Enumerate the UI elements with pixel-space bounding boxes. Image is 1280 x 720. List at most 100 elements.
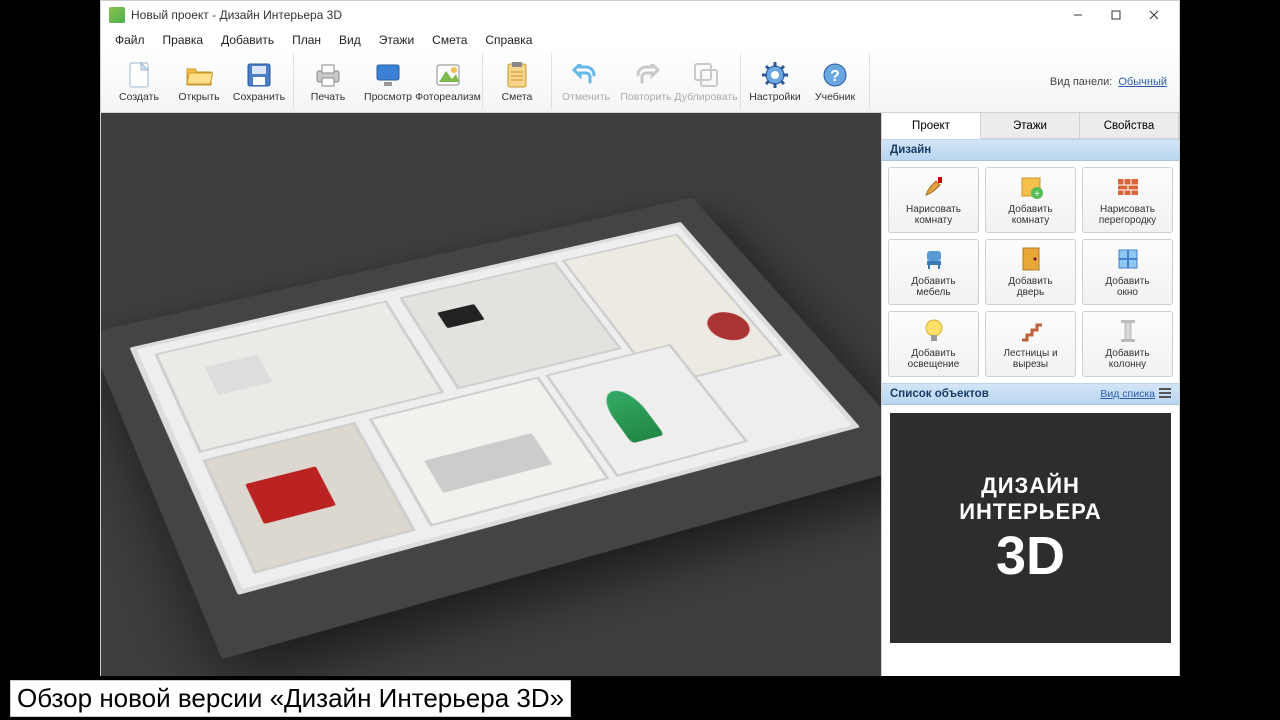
create-button[interactable]: Создать	[109, 53, 169, 110]
redo-label: Повторить	[620, 91, 671, 103]
open-button[interactable]: Открыть	[169, 53, 229, 110]
duplicate-label: Дублировать	[674, 91, 737, 103]
menu-file[interactable]: Файл	[107, 31, 153, 49]
design-section-header: Дизайн	[882, 139, 1179, 161]
tutorial-label: Учебник	[815, 91, 855, 103]
door-label: Добавить дверь	[1008, 276, 1052, 299]
gear-icon	[761, 61, 789, 89]
app-icon	[109, 7, 125, 23]
content-area: Проект Этажи Свойства Дизайн Нарисовать …	[101, 113, 1179, 677]
print-button[interactable]: Печать	[298, 53, 358, 110]
stairs-icon	[1018, 318, 1044, 344]
window-icon	[1115, 246, 1141, 272]
stairs-button[interactable]: Лестницы и вырезы	[985, 311, 1076, 377]
objects-section-header: Список объектов Вид списка	[882, 383, 1179, 405]
settings-label: Настройки	[749, 91, 801, 103]
preview-button[interactable]: Просмотр	[358, 53, 418, 110]
tab-floors[interactable]: Этажи	[981, 113, 1080, 138]
estimate-button[interactable]: Смета	[487, 53, 547, 110]
design-tools-grid: Нарисовать комнату + Добавить комнату На…	[882, 161, 1179, 383]
maximize-button[interactable]	[1097, 1, 1135, 29]
help-icon: ?	[821, 61, 849, 89]
window-title: Новый проект - Дизайн Интерьера 3D	[131, 8, 1059, 22]
tab-properties[interactable]: Свойства	[1080, 113, 1179, 138]
chair-icon	[921, 246, 947, 272]
sidebar-tabs: Проект Этажи Свойства	[882, 113, 1179, 139]
draw-partition-button[interactable]: Нарисовать перегородку	[1082, 167, 1173, 233]
undo-button[interactable]: Отменить	[556, 53, 616, 110]
menu-edit[interactable]: Правка	[155, 31, 212, 49]
photorealism-button[interactable]: Фотореализм	[418, 53, 478, 110]
3d-viewport[interactable]	[101, 113, 881, 677]
app-window: Новый проект - Дизайн Интерьера 3D Файл …	[100, 0, 1180, 720]
settings-button[interactable]: Настройки	[745, 53, 805, 110]
panel-view-label: Вид панели:	[1050, 76, 1112, 88]
save-button[interactable]: Сохранить	[229, 53, 289, 110]
add-furniture-button[interactable]: Добавить мебель	[888, 239, 979, 305]
menu-floors[interactable]: Этажи	[371, 31, 422, 49]
open-label: Открыть	[178, 91, 219, 103]
list-view-label: Вид списка	[1100, 388, 1155, 400]
furniture-label: Добавить мебель	[911, 276, 955, 299]
objects-header-label: Список объектов	[890, 388, 989, 400]
clipboard-icon	[503, 61, 531, 89]
add-room-button[interactable]: + Добавить комнату	[985, 167, 1076, 233]
promo-line2: ИНТЕРЬЕРА	[959, 499, 1102, 525]
menu-add[interactable]: Добавить	[213, 31, 282, 49]
floorplan-scene	[101, 198, 881, 659]
folder-open-icon	[185, 61, 213, 89]
maximize-icon	[1111, 10, 1121, 20]
list-view-link[interactable]: Вид списка	[1100, 388, 1171, 400]
lighting-label: Добавить освещение	[908, 348, 960, 371]
promo-logo: ДИЗАЙН ИНТЕРЬЕРА 3D	[890, 413, 1171, 643]
preview-label: Просмотр	[364, 91, 412, 103]
duplicate-button[interactable]: Дублировать	[676, 53, 736, 110]
brush-icon	[921, 174, 947, 200]
window-label: Добавить окно	[1105, 276, 1149, 299]
panel-mode-link[interactable]: Обычный	[1118, 76, 1167, 88]
menu-plan[interactable]: План	[284, 31, 329, 49]
tutorial-button[interactable]: ? Учебник	[805, 53, 865, 110]
video-caption: Обзор новой версии «Дизайн Интерьера 3D»	[0, 676, 1280, 720]
object-list[interactable]: ДИЗАЙН ИНТЕРЬЕРА 3D	[882, 405, 1179, 677]
photo-label: Фотореализм	[415, 91, 481, 103]
menu-view[interactable]: Вид	[331, 31, 369, 49]
door-icon	[1018, 246, 1044, 272]
svg-text:+: +	[1034, 189, 1040, 199]
undo-label: Отменить	[562, 91, 610, 103]
promo-line1: ДИЗАЙН	[981, 473, 1080, 499]
add-column-button[interactable]: Добавить колонну	[1082, 311, 1173, 377]
stairs-label: Лестницы и вырезы	[1003, 348, 1057, 371]
printer-icon	[314, 61, 342, 89]
new-file-icon	[125, 61, 153, 89]
minimize-icon	[1073, 10, 1083, 20]
add-lighting-button[interactable]: Добавить освещение	[888, 311, 979, 377]
menu-help[interactable]: Справка	[477, 31, 540, 49]
menu-estimate[interactable]: Смета	[424, 31, 475, 49]
estimate-label: Смета	[502, 91, 533, 103]
draw-room-label: Нарисовать комнату	[906, 204, 961, 227]
promo-line3: 3D	[996, 529, 1065, 583]
menubar: Файл Правка Добавить План Вид Этажи Смет…	[101, 29, 1179, 51]
minimize-button[interactable]	[1059, 1, 1097, 29]
save-label: Сохранить	[233, 91, 285, 103]
titlebar: Новый проект - Дизайн Интерьера 3D	[101, 1, 1179, 29]
partition-label: Нарисовать перегородку	[1099, 204, 1156, 227]
save-icon	[245, 61, 273, 89]
design-header-label: Дизайн	[890, 144, 931, 156]
add-window-button[interactable]: Добавить окно	[1082, 239, 1173, 305]
column-label: Добавить колонну	[1105, 348, 1149, 371]
toolbar: Создать Открыть Сохранить Печать	[101, 51, 1179, 113]
draw-room-button[interactable]: Нарисовать комнату	[888, 167, 979, 233]
add-door-button[interactable]: Добавить дверь	[985, 239, 1076, 305]
tab-project[interactable]: Проект	[882, 113, 981, 139]
close-button[interactable]	[1135, 1, 1173, 29]
redo-button[interactable]: Повторить	[616, 53, 676, 110]
print-label: Печать	[311, 91, 345, 103]
list-icon	[1159, 388, 1171, 400]
room-plus-icon: +	[1018, 174, 1044, 200]
svg-text:?: ?	[830, 68, 840, 85]
brick-wall-icon	[1115, 174, 1141, 200]
column-icon	[1115, 318, 1141, 344]
monitor-icon	[374, 61, 402, 89]
